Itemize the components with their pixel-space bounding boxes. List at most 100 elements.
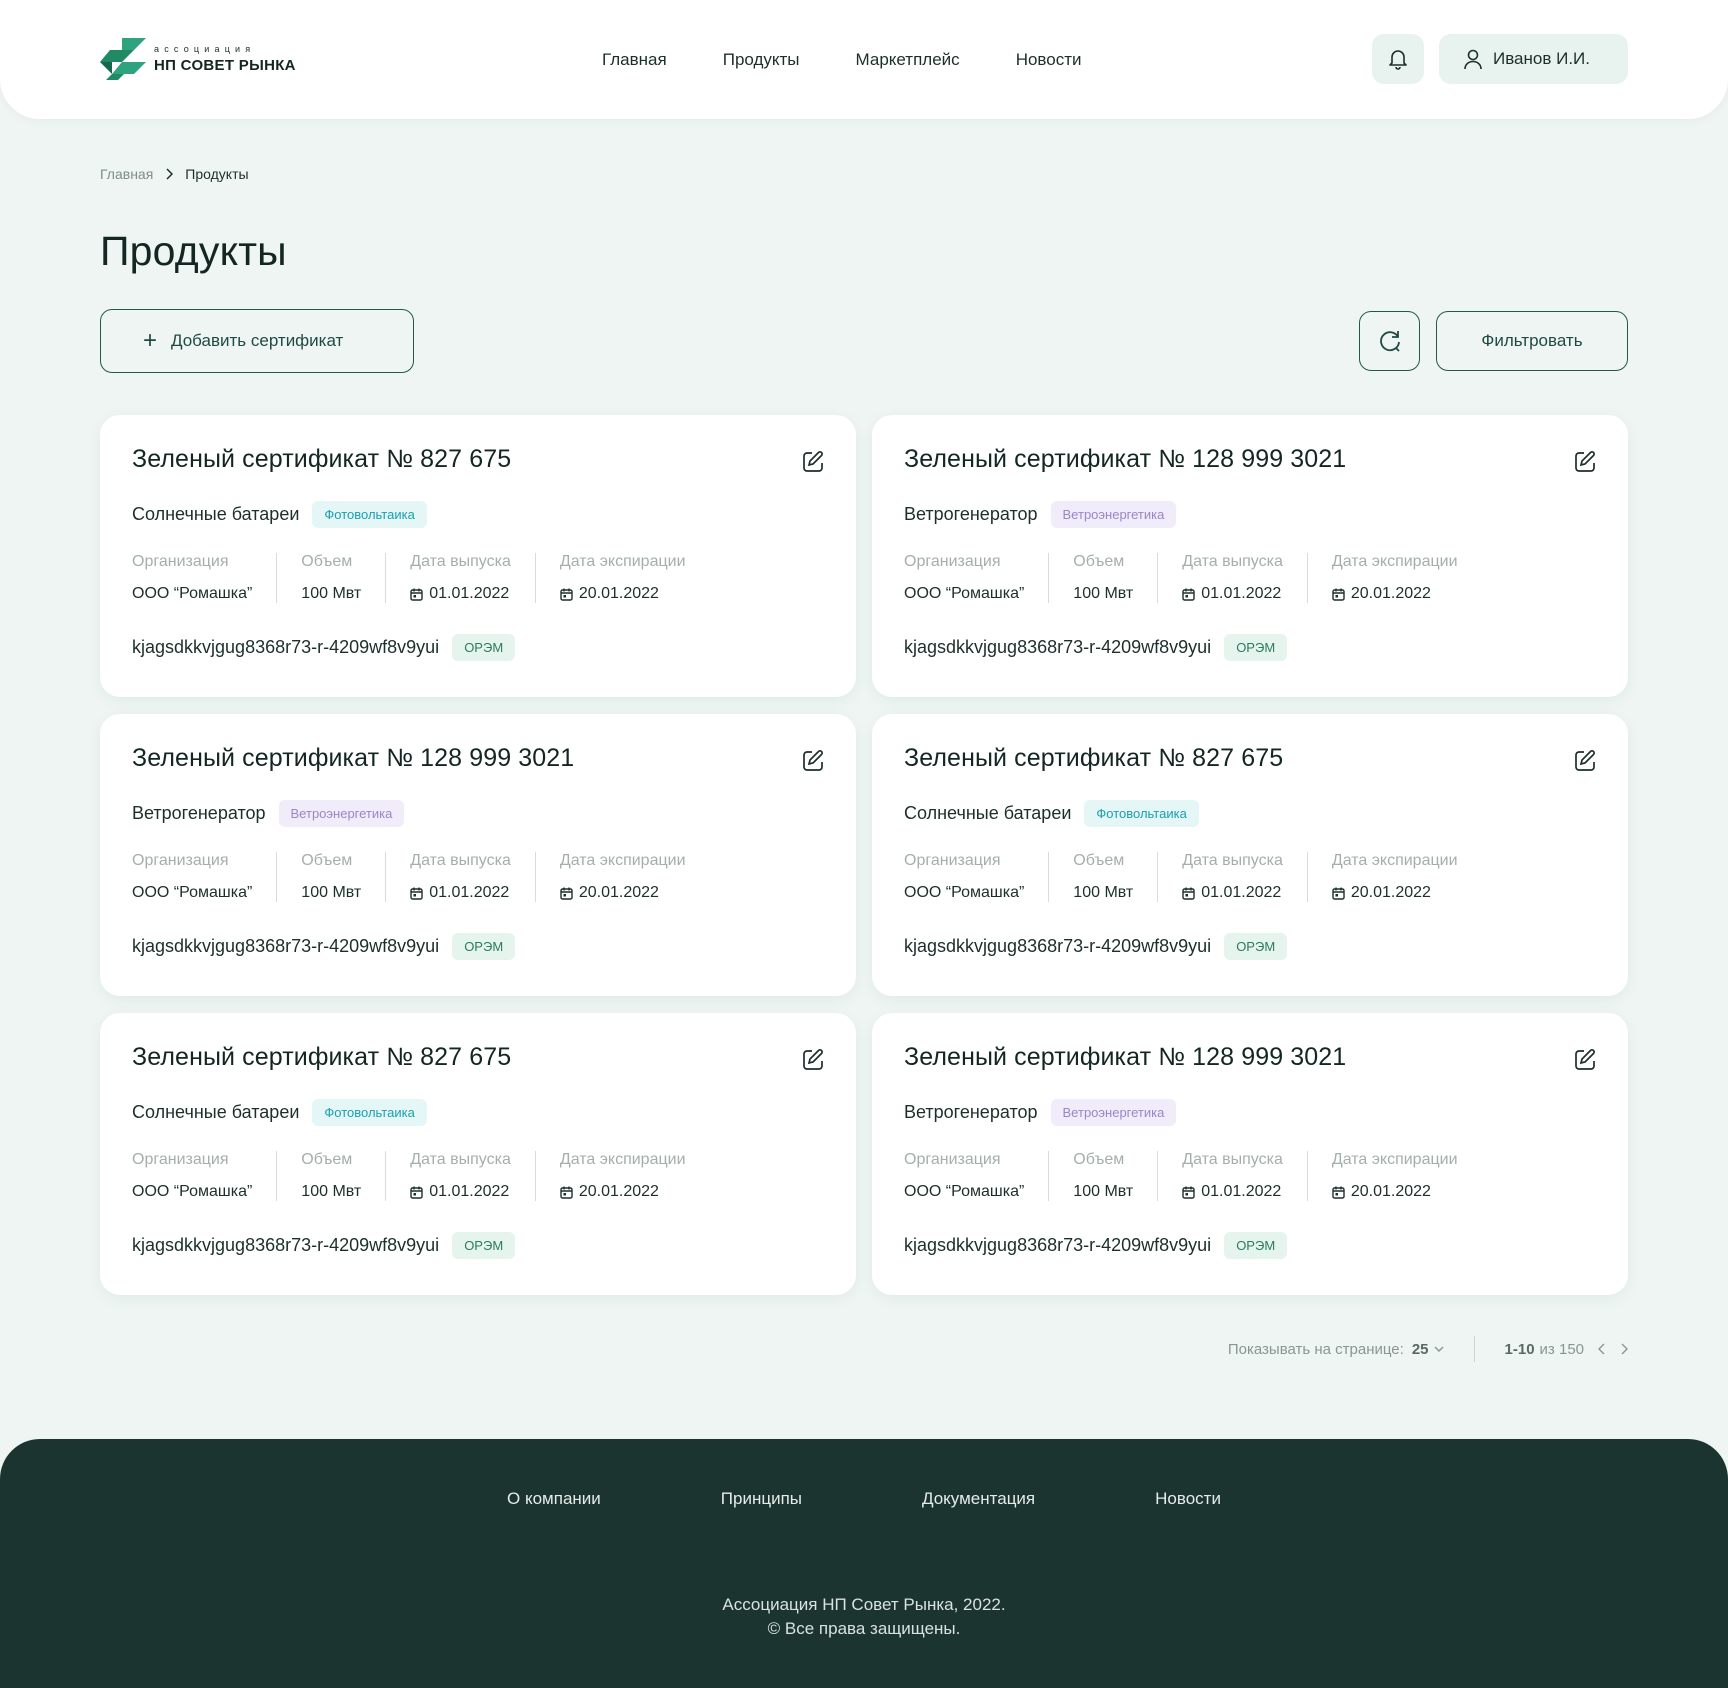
user-icon <box>1464 49 1482 70</box>
footer-link-docs[interactable]: Документация <box>922 1489 1035 1509</box>
field-label: Организация <box>132 1151 229 1168</box>
chevron-down-icon[interactable] <box>1434 1346 1444 1353</box>
field-label: Дата выпуска <box>1182 553 1283 570</box>
energy-type-tag: Ветроэнергетика <box>278 800 405 827</box>
calendar-icon <box>1332 1186 1345 1199</box>
edit-icon[interactable] <box>1572 449 1598 475</box>
field-label: Организация <box>132 852 229 869</box>
per-page-select[interactable]: 25 <box>1412 1341 1429 1358</box>
field-value: 20.01.2022 <box>560 884 686 902</box>
certificate-id: kjagsdkkvjgug8368r73-r-4209wf8v9yui <box>904 1235 1212 1255</box>
field-label: Объем <box>301 553 353 570</box>
site-header: ассоциация НП СОВЕТ РЫНКА Главная Продук… <box>0 0 1728 119</box>
chevron-left-icon[interactable] <box>1598 1343 1606 1355</box>
logo-small-text: ассоциация <box>154 43 256 54</box>
certificate-card[interactable]: Зеленый сертификат № 128 999 3021 Ветрог… <box>100 714 856 996</box>
field-label: Дата экспирации <box>1331 1151 1458 1168</box>
edit-icon[interactable] <box>1572 748 1598 774</box>
edit-icon[interactable] <box>800 748 826 774</box>
certificate-source: Ветрогенератор <box>132 803 266 823</box>
calendar-icon <box>560 588 573 601</box>
notifications-button[interactable] <box>1372 34 1424 84</box>
certificate-card[interactable]: Зеленый сертификат № 128 999 3021 Ветрог… <box>872 1013 1628 1295</box>
field-volume: Объем 100 Мвт <box>301 852 387 902</box>
expiry-date-text: 20.01.2022 <box>578 1183 659 1200</box>
market-tag: ОРЭМ <box>1224 634 1288 661</box>
certificate-card[interactable]: Зеленый сертификат № 827 675 Солнечные б… <box>100 415 856 697</box>
certificate-source: Солнечные батареи <box>132 504 300 524</box>
issue-date-text: 01.01.2022 <box>1201 884 1282 901</box>
field-value: 20.01.2022 <box>1332 884 1458 902</box>
page-total: из 150 <box>1539 1340 1584 1358</box>
issue-date-text: 01.01.2022 <box>429 884 510 901</box>
field-organization: Организация ООО “Ромашка” <box>904 553 1050 603</box>
certificate-fields: Организация ООО “Ромашка” Объем 100 Мвт … <box>904 852 1506 902</box>
field-value: ООО “Ромашка” <box>132 884 253 901</box>
field-issue-date: Дата выпуска 01.01.2022 <box>1182 852 1308 902</box>
refresh-button[interactable] <box>1359 311 1420 371</box>
certificate-title: Зеленый сертификат № 128 999 3021 <box>904 1043 1347 1071</box>
field-value: 20.01.2022 <box>560 1183 686 1201</box>
breadcrumb-current: Продукты <box>185 166 249 182</box>
field-value: 100 Мвт <box>301 884 362 901</box>
field-expiry-date: Дата экспирации 20.01.2022 <box>560 1151 710 1201</box>
certificate-card[interactable]: Зеленый сертификат № 827 675 Солнечные б… <box>100 1013 856 1295</box>
field-label: Организация <box>904 852 1001 869</box>
certificate-id: kjagsdkkvjgug8368r73-r-4209wf8v9yui <box>904 936 1212 956</box>
footer-link-news[interactable]: Новости <box>1155 1489 1221 1509</box>
energy-type-tag: Фотовольтаика <box>312 501 427 528</box>
footer-link-principles[interactable]: Принципы <box>721 1489 802 1509</box>
footer-link-about[interactable]: О компании <box>507 1489 601 1509</box>
certificate-subtitle-row: Ветрогенератор Ветроэнергетика <box>904 1099 1177 1126</box>
certificate-id-row: kjagsdkkvjgug8368r73-r-4209wf8v9yui ОРЭМ <box>904 634 1288 661</box>
calendar-icon <box>1182 588 1195 601</box>
filter-button[interactable]: Фильтровать <box>1436 311 1628 371</box>
nav-item-home[interactable]: Главная <box>602 48 667 72</box>
chevron-right-icon[interactable] <box>1620 1343 1628 1355</box>
add-certificate-button[interactable]: + Добавить сертификат <box>100 309 414 373</box>
field-label: Дата выпуска <box>1182 852 1283 869</box>
certificate-source: Солнечные батареи <box>132 1102 300 1122</box>
calendar-icon <box>1332 588 1345 601</box>
field-organization: Организация ООО “Ромашка” <box>904 852 1050 902</box>
field-volume: Объем 100 Мвт <box>301 553 387 603</box>
certificate-id-row: kjagsdkkvjgug8368r73-r-4209wf8v9yui ОРЭМ <box>904 933 1288 960</box>
edit-icon[interactable] <box>800 1047 826 1073</box>
edit-icon[interactable] <box>800 449 826 475</box>
certificate-card[interactable]: Зеленый сертификат № 128 999 3021 Ветрог… <box>872 415 1628 697</box>
field-value: 100 Мвт <box>1073 884 1134 901</box>
bell-icon <box>1389 50 1407 70</box>
nav-item-news[interactable]: Новости <box>1016 48 1082 72</box>
certificate-title: Зеленый сертификат № 128 999 3021 <box>132 744 575 772</box>
certificate-source: Ветрогенератор <box>904 1102 1038 1122</box>
certificate-fields: Организация ООО “Ромашка” Объем 100 Мвт … <box>132 852 734 902</box>
expiry-date-text: 20.01.2022 <box>1350 585 1431 602</box>
certificate-card[interactable]: Зеленый сертификат № 827 675 Солнечные б… <box>872 714 1628 996</box>
certificate-title: Зеленый сертификат № 128 999 3021 <box>904 445 1347 473</box>
certificate-id-row: kjagsdkkvjgug8368r73-r-4209wf8v9yui ОРЭМ <box>132 1232 516 1259</box>
field-label: Дата выпуска <box>410 1151 511 1168</box>
pagination: Показывать на странице: 25 1-10 из 150 <box>1228 1336 1628 1362</box>
certificate-id-row: kjagsdkkvjgug8368r73-r-4209wf8v9yui ОРЭМ <box>904 1232 1288 1259</box>
field-label: Дата экспирации <box>559 553 686 570</box>
certificate-id: kjagsdkkvjgug8368r73-r-4209wf8v9yui <box>904 637 1212 657</box>
field-label: Объем <box>1073 553 1125 570</box>
field-label: Организация <box>904 1151 1001 1168</box>
field-value: 20.01.2022 <box>1332 1183 1458 1201</box>
add-certificate-label: Добавить сертификат <box>171 331 344 350</box>
field-value: ООО “Ромашка” <box>904 1183 1025 1200</box>
field-expiry-date: Дата экспирации 20.01.2022 <box>560 553 710 603</box>
field-value: 01.01.2022 <box>410 585 511 603</box>
breadcrumb-home[interactable]: Главная <box>100 166 153 182</box>
user-menu-button[interactable]: Иванов И.И. <box>1439 34 1628 84</box>
edit-icon[interactable] <box>1572 1047 1598 1073</box>
field-organization: Организация ООО “Ромашка” <box>132 553 278 603</box>
nav-item-marketplace[interactable]: Маркетплейс <box>856 48 960 72</box>
energy-type-tag: Фотовольтаика <box>312 1099 427 1126</box>
logo[interactable]: ассоциация НП СОВЕТ РЫНКА <box>100 38 296 80</box>
nav-item-products[interactable]: Продукты <box>723 48 800 72</box>
certificate-id: kjagsdkkvjgug8368r73-r-4209wf8v9yui <box>132 936 440 956</box>
expiry-date-text: 20.01.2022 <box>1350 1183 1431 1200</box>
market-tag: ОРЭМ <box>1224 1232 1288 1259</box>
copyright-line-2: © Все права защищены. <box>767 1619 961 1638</box>
